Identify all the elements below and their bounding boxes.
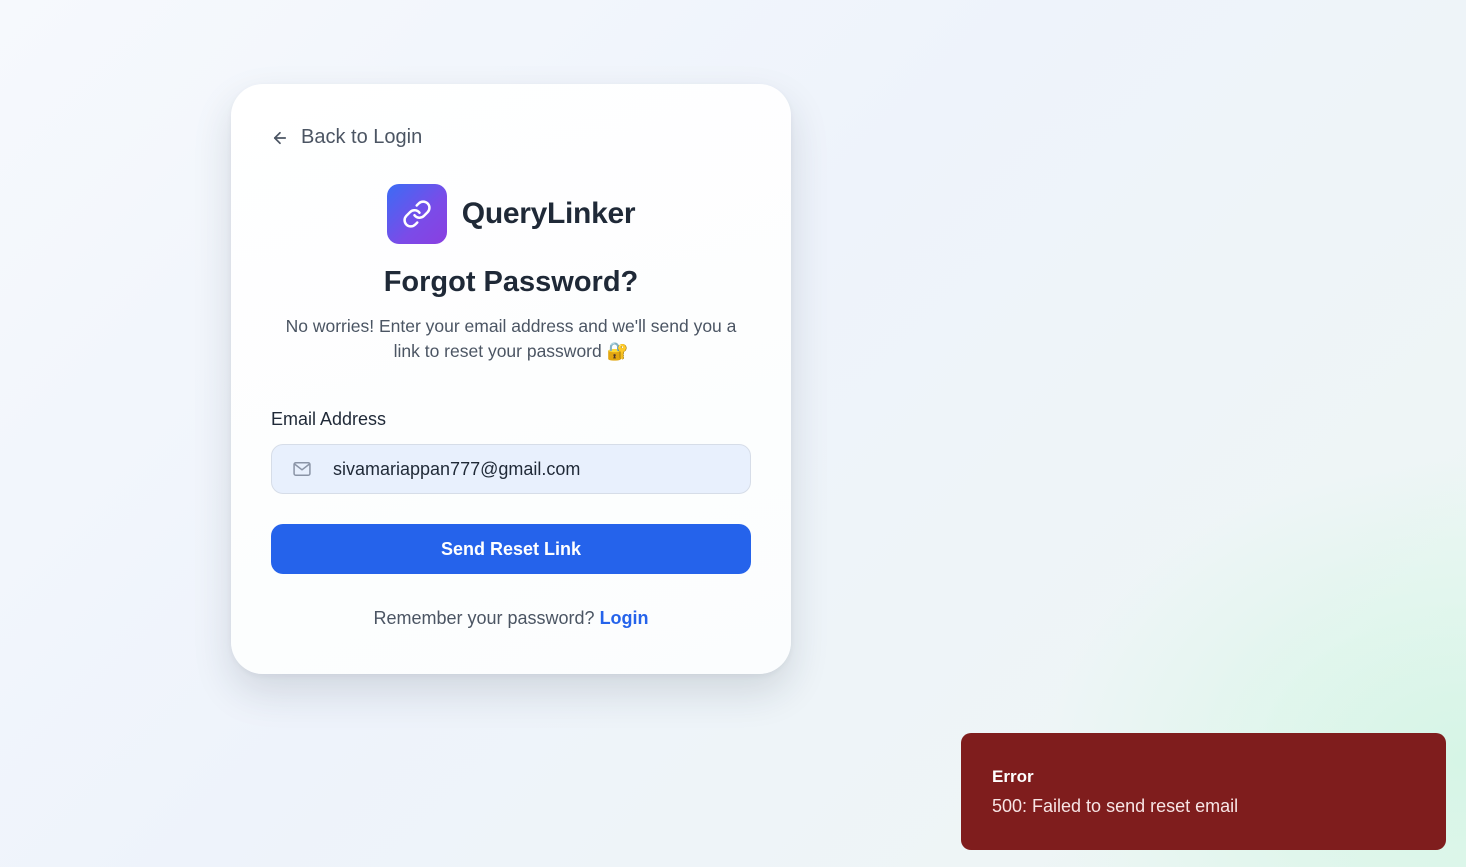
back-to-login-label: Back to Login: [301, 126, 423, 148]
brand-name: QueryLinker: [461, 197, 636, 230]
email-input-wrapper[interactable]: [271, 444, 751, 494]
send-reset-link-button[interactable]: Send Reset Link: [271, 524, 751, 574]
back-to-login-link[interactable]: Back to Login: [271, 126, 422, 149]
brand: QueryLinker: [231, 184, 791, 244]
toast-message: 500: Failed to send reset email: [992, 796, 1239, 816]
toast-title: Error: [992, 767, 1034, 786]
link-icon: [403, 200, 431, 228]
mail-icon: [293, 462, 311, 476]
page-subtitle: No worries! Enter your email address and…: [285, 316, 737, 361]
login-prompt: Remember your password? Login: [231, 608, 791, 629]
arrow-left-icon: [273, 131, 287, 144]
email-field[interactable]: [333, 458, 733, 480]
email-label: Email Address: [271, 409, 387, 429]
error-toast[interactable]: Error 500: Failed to send reset email: [961, 733, 1446, 850]
login-prompt-text: Remember your password?: [373, 608, 595, 628]
app-logo: [386, 184, 447, 244]
page-title: Forgot Password?: [383, 266, 639, 298]
forgot-password-card: Back to Login QueryLinker Forgot Passwor…: [231, 84, 791, 674]
login-link[interactable]: Login: [600, 608, 649, 628]
